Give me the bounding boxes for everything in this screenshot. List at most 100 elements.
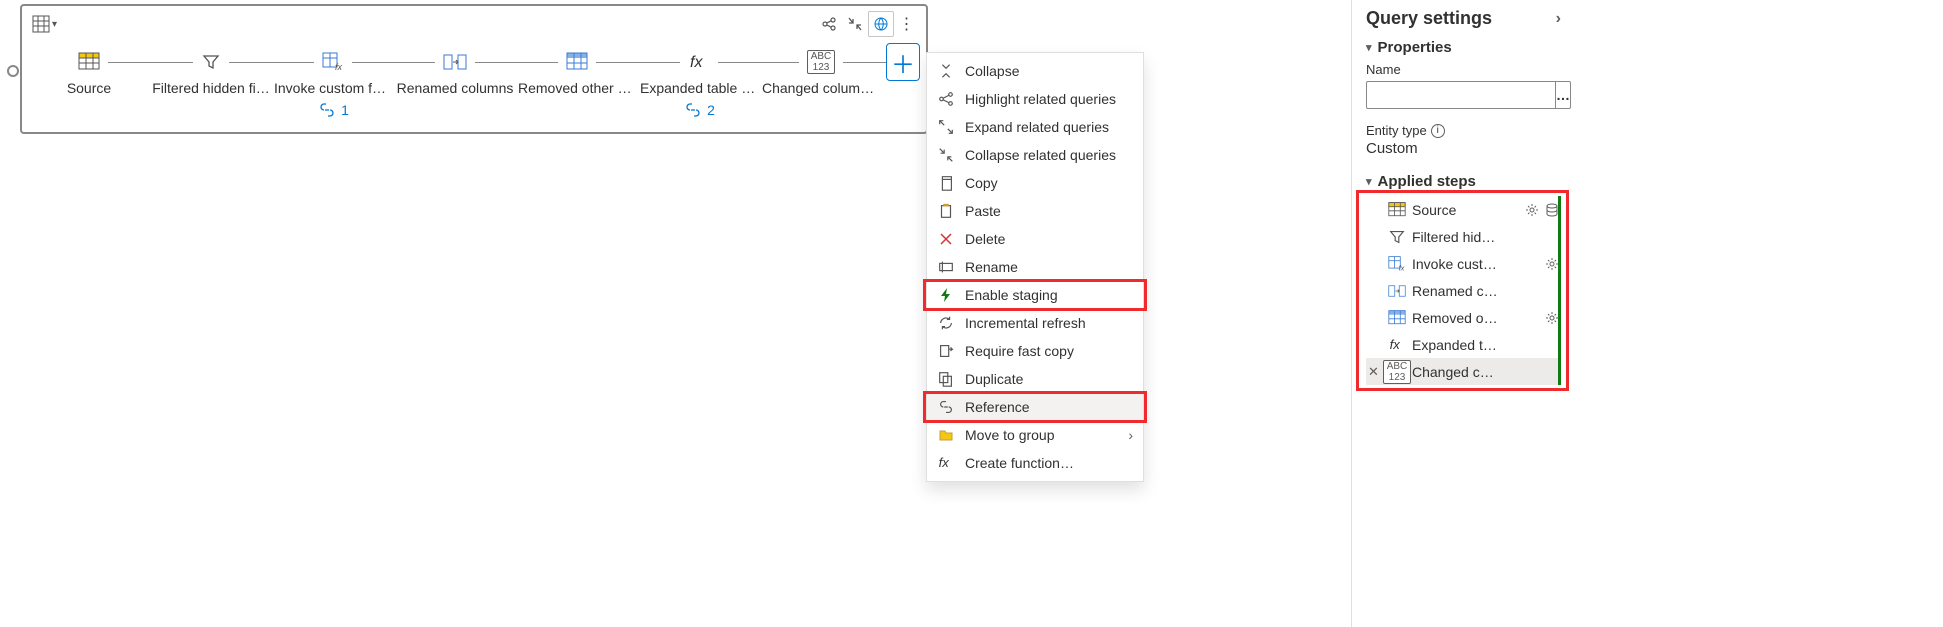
diagram-steps: Source Filtered hidden fi… fx Invoke cus… xyxy=(28,44,920,120)
applied-step[interactable]: fx Invoke cust… xyxy=(1366,250,1561,277)
gear-icon[interactable] xyxy=(1545,257,1559,271)
menu-item-label: Delete xyxy=(965,231,1133,247)
applied-step-label: Renamed c… xyxy=(1412,283,1559,299)
add-step-button[interactable]: ＋ xyxy=(886,43,920,81)
applied-step[interactable]: Source xyxy=(1366,196,1561,223)
rename-cols-icon xyxy=(435,44,475,80)
diagram-step[interactable]: fx Invoke custom fu… 1 xyxy=(272,44,394,120)
step-label: Source xyxy=(67,80,111,96)
diagram-step[interactable]: Filtered hidden fi… xyxy=(150,44,272,120)
database-icon[interactable] xyxy=(1545,203,1559,217)
gear-icon[interactable] xyxy=(1545,311,1559,325)
collapse-icon xyxy=(937,61,955,81)
status-bar xyxy=(1558,331,1561,358)
menu-item-copy[interactable]: Copy xyxy=(927,169,1143,197)
menu-item-duplicate[interactable]: Duplicate xyxy=(927,365,1143,393)
collapse-related-icon xyxy=(937,145,955,165)
applied-step[interactable]: ✕ ABC123 Changed c… xyxy=(1366,358,1561,385)
svg-text:fx: fx xyxy=(1390,337,1401,352)
gear-icon[interactable] xyxy=(1525,203,1539,217)
chevron-down-icon: ▾ xyxy=(1366,175,1372,188)
menu-item-collapse[interactable]: Collapse xyxy=(927,57,1143,85)
menu-item-label: Paste xyxy=(965,203,1133,219)
info-icon[interactable]: i xyxy=(1431,124,1445,138)
applied-step[interactable]: Renamed c… xyxy=(1366,277,1561,304)
fx-icon: fx xyxy=(937,453,955,473)
panel-expand-icon[interactable]: › xyxy=(1556,10,1561,28)
menu-item-incremental-refresh[interactable]: Incremental refresh xyxy=(927,309,1143,337)
step-label: Invoke custom fu… xyxy=(274,80,392,96)
table-blue-icon xyxy=(558,44,596,80)
applied-step-label: Filtered hid… xyxy=(1412,229,1559,245)
fastcopy-icon xyxy=(937,341,955,361)
step-link-badge[interactable]: 2 xyxy=(683,100,715,120)
name-field-label: Name xyxy=(1366,62,1561,77)
applied-step-label: Expanded t… xyxy=(1412,337,1559,353)
menu-item-reference[interactable]: Reference xyxy=(927,393,1143,421)
menu-item-label: Incremental refresh xyxy=(965,315,1133,331)
menu-item-enable-staging[interactable]: Enable staging xyxy=(927,281,1143,309)
applied-step[interactable]: fx Expanded t… xyxy=(1366,331,1561,358)
rename-cols-icon xyxy=(1388,281,1406,301)
applied-step-label: Invoke cust… xyxy=(1412,256,1539,272)
menu-item-expand-related-queries[interactable]: Expand related queries xyxy=(927,113,1143,141)
menu-item-move-to-group[interactable]: Move to group › xyxy=(927,421,1143,449)
applied-steps-label: Applied steps xyxy=(1378,173,1476,190)
step-label: Removed other c… xyxy=(518,80,636,96)
properties-section-header[interactable]: ▾ Properties xyxy=(1366,39,1561,56)
applied-step[interactable]: Filtered hid… xyxy=(1366,223,1561,250)
delete-step-icon[interactable]: ✕ xyxy=(1368,364,1379,380)
applied-step[interactable]: Removed o… xyxy=(1366,304,1561,331)
menu-item-label: Copy xyxy=(965,175,1133,191)
applied-steps-list: Source Filtered hid… fx Invoke cust… Ren… xyxy=(1366,196,1561,385)
svg-text:fx: fx xyxy=(939,455,950,470)
table-yellow-icon xyxy=(70,44,108,80)
duplicate-icon xyxy=(937,369,955,389)
chevron-right-icon: › xyxy=(1128,427,1133,443)
fx-icon: fx xyxy=(680,44,718,80)
name-input[interactable] xyxy=(1366,81,1555,109)
table-blue-icon xyxy=(1388,308,1406,328)
bolt-icon xyxy=(937,287,955,303)
table-yellow-icon xyxy=(1388,200,1406,220)
step-label: Expanded table c… xyxy=(640,80,758,96)
more-icon[interactable]: ⋮ xyxy=(894,11,920,37)
abc123-icon: ABC123 xyxy=(1388,360,1406,384)
menu-item-highlight-related-queries[interactable]: Highlight related queries xyxy=(927,85,1143,113)
diagram-step[interactable]: Renamed columns xyxy=(394,44,516,120)
filter-icon xyxy=(1388,227,1406,247)
menu-item-label: Enable staging xyxy=(965,287,1133,303)
applied-step-label: Removed o… xyxy=(1412,310,1539,326)
step-link-badge[interactable]: 1 xyxy=(317,100,349,120)
menu-item-paste[interactable]: Paste xyxy=(927,197,1143,225)
step-label: Changed column… xyxy=(762,80,880,96)
table-fx-icon: fx xyxy=(1388,254,1406,274)
applied-steps-section-header[interactable]: ▾ Applied steps xyxy=(1366,173,1561,190)
menu-item-label: Expand related queries xyxy=(965,119,1133,135)
diagram-step[interactable]: Source xyxy=(28,44,150,120)
diagram-step[interactable]: fx Expanded table c… 2 xyxy=(638,44,760,120)
status-bar xyxy=(1558,304,1561,331)
applied-step-label: Changed c… xyxy=(1412,364,1559,380)
menu-item-create-function-[interactable]: fx Create function… xyxy=(927,449,1143,477)
query-diagram-card: ▾ ⋮ Source Filtered hidden fi… fx Invoke… xyxy=(20,4,928,134)
diagram-entry-node xyxy=(7,65,19,77)
globe-icon[interactable] xyxy=(868,11,894,37)
menu-item-delete[interactable]: Delete xyxy=(927,225,1143,253)
menu-item-label: Rename xyxy=(965,259,1133,275)
status-bar xyxy=(1558,250,1561,277)
menu-item-label: Collapse xyxy=(965,63,1133,79)
menu-item-require-fast-copy[interactable]: Require fast copy xyxy=(927,337,1143,365)
share-icon[interactable] xyxy=(816,11,842,37)
query-settings-panel: Query settings › ▾ Properties Name … Ent… xyxy=(1351,0,1571,627)
diagram-step[interactable]: ABC123 Changed column… xyxy=(760,44,882,120)
menu-item-collapse-related-queries[interactable]: Collapse related queries xyxy=(927,141,1143,169)
menu-item-label: Highlight related queries xyxy=(965,91,1133,107)
refresh-icon xyxy=(937,313,955,333)
collapse-arrows-icon[interactable] xyxy=(842,11,868,37)
menu-item-rename[interactable]: Rename xyxy=(927,253,1143,281)
diagram-step[interactable]: Removed other c… xyxy=(516,44,638,120)
menu-item-label: Duplicate xyxy=(965,371,1133,387)
name-more-button[interactable]: … xyxy=(1555,81,1571,109)
table-icon[interactable] xyxy=(28,11,54,37)
